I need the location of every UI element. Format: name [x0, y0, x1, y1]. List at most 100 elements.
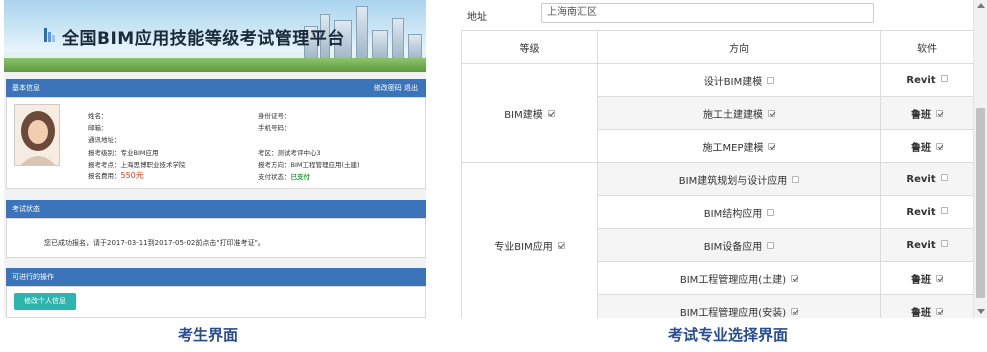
- software-cell: 鲁班: [880, 129, 974, 163]
- candidate-interface-panel: 全国BIM应用技能等级考试管理平台 基本信息 修改密码 退出 姓名： 身份证号：…: [4, 0, 426, 318]
- address-label: 地址: [467, 12, 487, 23]
- payment-status-label: 支付状态：: [258, 173, 291, 181]
- level-label: BIM建模: [504, 109, 543, 121]
- software-label: Revit: [906, 173, 936, 185]
- direction-label: BIM建筑规划与设计应用: [678, 175, 788, 187]
- basic-info-body: [6, 97, 426, 189]
- software-checkbox[interactable]: [940, 75, 948, 82]
- column-header-level: 等级: [461, 30, 598, 64]
- exam-level-field: 报考级别：专业BIM应用: [88, 149, 159, 157]
- exam-status-header: 考试状态: [6, 200, 426, 218]
- id-number-field: 身份证号：: [258, 112, 291, 120]
- scroll-up-arrow-icon[interactable]: [977, 3, 985, 8]
- address-field: 通讯地址：: [88, 136, 121, 144]
- software-cell: 鲁班: [880, 261, 974, 295]
- software-checkbox[interactable]: [940, 240, 948, 247]
- major-selection-panel: 地址 上海南汇区 等级 方向 软件 BIM建模 设计BIM建模 Revit 施工…: [461, 0, 987, 318]
- name-field: 姓名：: [88, 112, 108, 120]
- edit-profile-button[interactable]: 修改个人信息: [14, 293, 76, 310]
- software-checkbox[interactable]: [936, 110, 943, 117]
- candidate-interface-caption: 考生界面: [178, 326, 239, 344]
- software-cell: Revit: [880, 63, 974, 97]
- major-selection-caption: 考试专业选择界面: [668, 326, 789, 344]
- software-label: Revit: [906, 74, 936, 86]
- level-checkbox[interactable]: [547, 110, 555, 117]
- scroll-thumb[interactable]: [976, 108, 985, 298]
- software-cell: Revit: [880, 228, 974, 262]
- software-checkbox[interactable]: [936, 143, 943, 150]
- software-label: 鲁班: [911, 142, 931, 154]
- software-label: 鲁班: [911, 109, 931, 121]
- fee-label: 报名费用：: [88, 172, 121, 180]
- direction-cell: BIM工程管理应用(土建): [597, 261, 881, 295]
- fee-value: 550元: [120, 171, 144, 180]
- operations-title: 可进行的操作: [12, 273, 54, 281]
- direction-checkbox[interactable]: [768, 110, 775, 117]
- direction-cell: BIM设备应用: [597, 228, 881, 262]
- building-graphic: [392, 18, 404, 60]
- software-cell: 鲁班: [880, 96, 974, 130]
- software-cell: Revit: [880, 162, 974, 196]
- direction-label: 设计BIM建模: [703, 76, 763, 88]
- software-checkbox[interactable]: [936, 275, 943, 282]
- exam-status-title: 考试状态: [12, 205, 40, 213]
- direction-checkbox[interactable]: [767, 209, 775, 216]
- table-row: 专业BIM应用 BIM建筑规划与设计应用 Revit: [461, 162, 974, 318]
- direction-label: BIM工程管理应用(安装): [679, 307, 787, 319]
- software-label: 鲁班: [911, 274, 931, 286]
- basic-info-title: 基本信息: [12, 84, 40, 92]
- payment-status-field: 支付状态：已支付: [258, 171, 310, 181]
- direction-label: BIM工程管理应用(土建): [679, 274, 787, 286]
- software-label: Revit: [906, 206, 936, 218]
- software-label: Revit: [906, 239, 936, 251]
- direction-checkbox[interactable]: [767, 242, 775, 249]
- fee-field: 报名费用：550元: [88, 170, 144, 181]
- payment-status-value: 已支付: [290, 173, 311, 181]
- scroll-down-arrow-icon[interactable]: [977, 309, 985, 314]
- direction-checkbox[interactable]: [792, 176, 800, 183]
- direction-cell: BIM工程管理应用(安装): [597, 294, 881, 319]
- direction-checkbox[interactable]: [791, 275, 799, 282]
- direction-checkbox[interactable]: [791, 308, 799, 315]
- direction-checkbox[interactable]: [768, 143, 776, 150]
- building-graphic: [356, 6, 368, 60]
- software-cell: Revit: [880, 195, 974, 229]
- platform-logo-icon: [44, 28, 55, 42]
- vertical-scrollbar[interactable]: [973, 0, 987, 318]
- direction-cell: 施工土建建模: [597, 96, 881, 130]
- building-graphic: [372, 30, 388, 60]
- column-header-direction: 方向: [597, 30, 881, 64]
- exam-status-notice: 您已成功报名，请于2017-03-11到2017-05-02前点击"打印准考证"…: [44, 239, 265, 247]
- address-input[interactable]: 上海南汇区: [541, 3, 874, 23]
- direction-cell: BIM结构应用: [597, 195, 881, 229]
- building-graphic: [408, 34, 422, 60]
- direction-checkbox[interactable]: [767, 77, 775, 84]
- direction-label: BIM设备应用: [703, 241, 763, 253]
- level-cell-professional-bim: 专业BIM应用: [461, 162, 598, 318]
- table-row: BIM建模 设计BIM建模 Revit: [461, 63, 974, 163]
- account-actions-link[interactable]: 修改密码 退出: [374, 79, 418, 97]
- candidate-photo: [14, 104, 60, 166]
- level-cell-bim-modeling: BIM建模: [461, 63, 598, 163]
- software-cell: 鲁班: [880, 294, 974, 319]
- level-label: 专业BIM应用: [494, 241, 553, 253]
- software-checkbox[interactable]: [940, 174, 948, 181]
- table-header-row: 等级 方向 软件: [461, 30, 974, 64]
- direction-label: 施工土建建模: [703, 109, 763, 121]
- software-checkbox[interactable]: [936, 308, 943, 315]
- phone-field: 手机号码：: [258, 124, 291, 132]
- column-header-software: 软件: [880, 30, 974, 64]
- exam-area-field: 考区：测试考评中心3: [258, 149, 321, 157]
- direction-label: 施工MEP建模: [702, 142, 764, 154]
- exam-direction-field: 报考方向：BIM工程管理应用(土建): [258, 161, 360, 169]
- direction-cell: 设计BIM建模: [597, 63, 881, 97]
- software-checkbox[interactable]: [940, 207, 948, 214]
- platform-banner: 全国BIM应用技能等级考试管理平台: [4, 0, 426, 72]
- level-checkbox[interactable]: [557, 242, 565, 249]
- operations-header: 可进行的操作: [6, 268, 426, 286]
- direction-cell: BIM建筑规划与设计应用: [597, 162, 881, 196]
- email-field: 邮箱：: [88, 124, 108, 132]
- exam-site-field: 报考考点：上海思博职业技术学院: [88, 161, 186, 169]
- software-label: 鲁班: [911, 307, 931, 319]
- direction-cell: 施工MEP建模: [597, 129, 881, 163]
